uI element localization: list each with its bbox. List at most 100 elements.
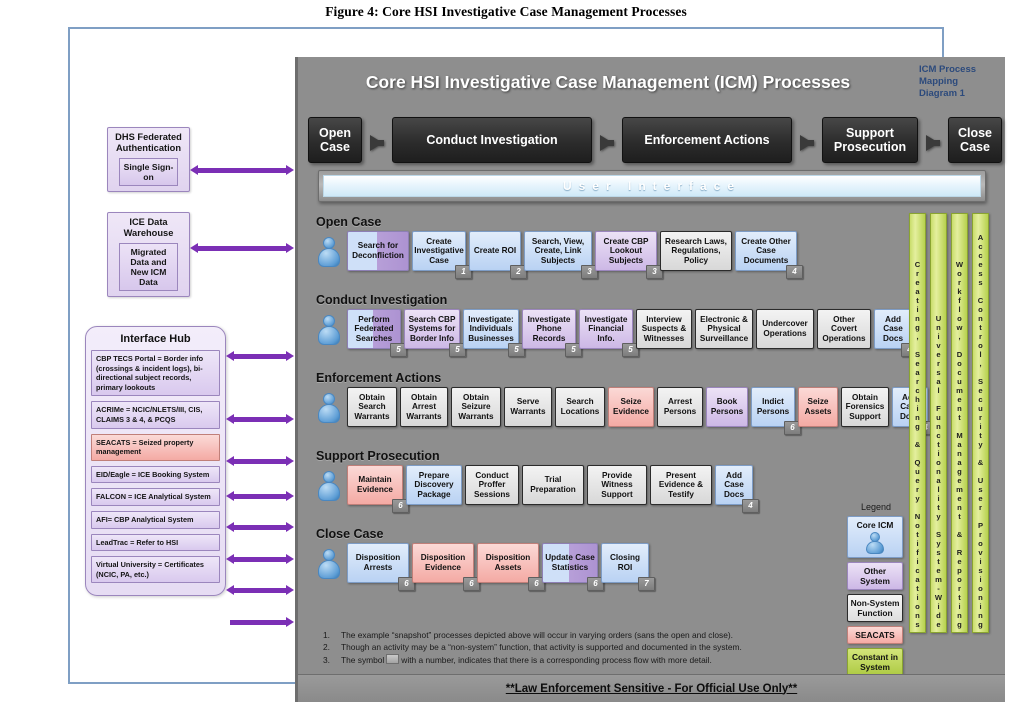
process-create-investigative-case[interactable]: Create Investigative Case 1 [412, 231, 472, 279]
process-undercover-operations[interactable]: Undercover Operations [756, 309, 814, 349]
legend-item-constant-in-system: Constant in System [847, 648, 903, 676]
process-label: Create CBP Lookout Subjects [603, 236, 649, 265]
process-investigate-phone-records[interactable]: Investigate Phone Records 5 [522, 309, 582, 357]
process-serve-warrants[interactable]: Serve Warrants [504, 387, 552, 427]
phase-conduct-investigation[interactable]: Conduct Investigation [392, 117, 592, 163]
group-row: Perform Federated Searches 5 Search CBP S… [316, 309, 918, 357]
sidebar-card-dhs-federated-authentication[interactable]: DHS Federated Authentication Single Sign… [107, 127, 190, 192]
process-indict-persons[interactable]: Indict Persons 6 [751, 387, 801, 435]
process-disposition-assets[interactable]: Disposition Assets 6 [477, 543, 545, 591]
diagram-canvas: Core HSI Investigative Case Management (… [295, 57, 1005, 702]
process-add-case-docs-investigation[interactable]: Add Case Docs4 [874, 309, 918, 357]
legend-title: Legend [860, 502, 892, 512]
diagram-title: Core HSI Investigative Case Management (… [365, 72, 851, 92]
figure-title: Figure 4: Core HSI Investigative Case Ma… [325, 4, 687, 19]
hub-item-acrime[interactable]: ACRIMe = NCIC/NLETS/III, CIS, CLAIMS 3 &… [91, 401, 220, 429]
hub-item-leadtrac[interactable]: LeadTrac = Refer to HSI [91, 533, 220, 552]
process-label: Investigate Financial Info. [584, 314, 628, 343]
vbar-access-control-security-user-provisioning[interactable]: Access Control, Security & User Provisio… [972, 213, 989, 633]
process-interview-suspects-witnesses[interactable]: Interview Suspects & Witnesses [636, 309, 692, 349]
process-trial-preparation[interactable]: Trial Preparation [522, 465, 584, 505]
arrow-hub-1 [226, 351, 294, 362]
process-label: Closing ROI [609, 553, 641, 572]
process-search-locations[interactable]: Search Locations [555, 387, 605, 427]
process-seize-assets[interactable]: Seize Assets [798, 387, 838, 427]
arrow-dhs-to-ui [190, 165, 294, 176]
process-conduct-proffer-sessions[interactable]: Conduct Proffer Sessions [465, 465, 519, 505]
hub-item-falcon[interactable]: FALCON = ICE Analytical System [91, 488, 220, 506]
vbar-universal-functionality-system-wide[interactable]: Universal Functionality System-Wide [930, 213, 947, 633]
process-other-covert-operations[interactable]: Other Covert Operations [817, 309, 871, 349]
hub-item-seacats[interactable]: SEACATS = Seized property management [91, 433, 220, 461]
phase-open-case[interactable]: Open Case [308, 117, 362, 163]
process-prepare-discovery-package[interactable]: Prepare Discovery Package [406, 465, 462, 505]
process-disposition-evidence[interactable]: Disposition Evidence 6 [412, 543, 480, 591]
sidebar-card-ice-data-warehouse[interactable]: ICE Data Warehouse Migrated Data and New… [107, 212, 190, 297]
process-label: Search CBP Systems for Border Info [408, 314, 456, 343]
phase-arrow-4 [926, 135, 940, 151]
notes-list: 1. The example “snapshot” processes depi… [323, 629, 823, 667]
process-arrest-persons[interactable]: Arrest Persons [657, 387, 703, 427]
group-title: Support Prosecution [316, 449, 440, 463]
hub-item-virtual-university[interactable]: Virtual University = Certificates (NCIC,… [91, 556, 220, 584]
process-create-other-case-documents[interactable]: Create Other Case Documents 4 [735, 231, 803, 279]
process-label: Disposition Evidence [420, 553, 466, 572]
group-enforcement-actions: Enforcement Actions Obtain Search Warran… [316, 371, 934, 435]
process-tag: 7 [638, 577, 655, 591]
process-label: Electronic & Physical Surveillance [699, 314, 749, 343]
hub-item-afi[interactable]: AFI= CBP Analytical System [91, 510, 220, 529]
vbar-creating-searching-query-notifications[interactable]: Creating, Searching & Query Notification… [909, 213, 926, 633]
process-book-persons[interactable]: Book Persons [706, 387, 748, 427]
process-label: Investigate: Individuals Businesses [468, 314, 514, 343]
process-label: Update Case Statistics [545, 553, 595, 572]
process-maintain-evidence[interactable]: Maintain Evidence 6 [347, 465, 409, 513]
process-update-case-statistics[interactable]: Update Case Statistics 6 [542, 543, 604, 591]
sidebar: DHS Federated Authentication Single Sign… [70, 29, 295, 674]
group-open-case: Open Case Search for Deconfliction Creat… [316, 215, 803, 279]
process-disposition-arrests[interactable]: Disposition Arrests 6 [347, 543, 415, 591]
process-seize-evidence[interactable]: Seize Evidence [608, 387, 654, 427]
hub-item-cbp-tecs-portal[interactable]: CBP TECS Portal = Border info (crossings… [91, 350, 220, 397]
process-perform-federated-searches[interactable]: Perform Federated Searches 5 [347, 309, 407, 357]
process-label: Indict Persons [756, 397, 790, 416]
process-search-for-deconfliction[interactable]: Search for Deconfliction [347, 231, 409, 271]
phase-enforcement-actions[interactable]: Enforcement Actions [622, 117, 792, 163]
process-obtain-search-warrants[interactable]: Obtain Search Warrants [347, 387, 397, 427]
note-item: 1. The example “snapshot” processes depi… [323, 629, 823, 642]
constant-system-bars: Creating, Searching & Query Notification… [909, 213, 989, 633]
process-create-cbp-lookout-subjects[interactable]: Create CBP Lookout Subjects 3 [595, 231, 663, 279]
process-investigate-financial-info[interactable]: Investigate Financial Info. 5 [579, 309, 639, 357]
process-search-view-create-link-subjects[interactable]: Search, View, Create, Link Subjects 3 [524, 231, 598, 279]
vbar-workflow-document-management-reporting[interactable]: Workflow, Document Management & Reportin… [951, 213, 968, 633]
process-electronic-physical-surveillance[interactable]: Electronic & Physical Surveillance [695, 309, 753, 349]
process-provide-witness-support[interactable]: Provide Witness Support [587, 465, 647, 505]
process-research-laws-regulations-policy[interactable]: Research Laws, Regulations, Policy [660, 231, 732, 271]
arrow-hub-8 [230, 617, 294, 628]
phase-close-case[interactable]: Close Case [948, 117, 1002, 163]
user-actor-icon [316, 387, 342, 427]
phase-support-prosecution[interactable]: Support Prosecution [822, 117, 918, 163]
process-tag: 4 [742, 499, 759, 513]
process-obtain-arrest-warrants[interactable]: Obtain Arrest Warrants [400, 387, 448, 427]
legend-label: Core ICM [856, 520, 894, 530]
vbar-label: Universal Functionality System-Wide [934, 314, 943, 629]
hub-item-eid-eagle[interactable]: EID/Eagle = ICE Booking System [91, 465, 220, 484]
process-investigate-individuals-businesses[interactable]: Investigate: Individuals Businesses 5 [463, 309, 525, 357]
process-label: Book Persons [710, 397, 744, 416]
process-create-roi[interactable]: Create ROI 2 [469, 231, 527, 279]
arrow-hub-7 [226, 585, 294, 596]
process-present-evidence-testify[interactable]: Present Evidence & Testify [650, 465, 712, 505]
security-banner: **Law Enforcement Sensitive - For Offici… [298, 674, 1005, 702]
process-obtain-forensics-support[interactable]: Obtain Forensics Support [841, 387, 889, 427]
group-title: Close Case [316, 527, 384, 541]
process-add-case-docs-prosecution[interactable]: Add Case Docs 4 [715, 465, 759, 513]
process-label: Prepare Discovery Package [414, 470, 454, 499]
process-obtain-seizure-warrants[interactable]: Obtain Seizure Warrants [451, 387, 501, 427]
process-label: Create ROI [473, 246, 517, 256]
process-search-cbp-systems-for-border-info[interactable]: Search CBP Systems for Border Info 5 [404, 309, 466, 357]
process-label: Obtain Seizure Warrants [458, 392, 494, 421]
process-label: Maintain Evidence [357, 475, 393, 494]
process-closing-roi[interactable]: Closing ROI 7 [601, 543, 655, 591]
process-tag: 4 [786, 265, 803, 279]
arrow-hub-3 [226, 456, 294, 467]
